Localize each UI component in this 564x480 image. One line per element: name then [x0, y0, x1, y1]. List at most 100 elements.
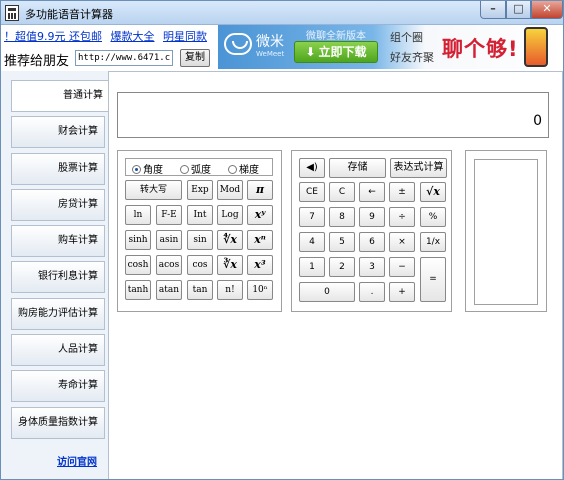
promo-link-deal[interactable]: ！超值9.9元 还包邮 [4, 30, 102, 43]
key-log[interactable]: Log [217, 205, 243, 225]
key-x-pow-n[interactable]: xⁿ [247, 230, 273, 250]
key-ten-pow-n[interactable]: 10ⁿ [247, 280, 273, 300]
key-cosh[interactable]: cosh [125, 255, 151, 275]
key-3[interactable]: 3 [359, 257, 385, 277]
nav-character[interactable]: 人品计算 [11, 334, 105, 366]
nav-normal[interactable]: 普通计算 [11, 80, 109, 112]
nav-lifespan[interactable]: 寿命计算 [11, 370, 105, 402]
maximize-button[interactable]: □ [506, 1, 531, 19]
key-multiply[interactable]: × [389, 232, 415, 252]
memory-panel [465, 150, 547, 312]
key-subtract[interactable]: − [389, 257, 415, 277]
key-reciprocal[interactable]: 1/x [420, 232, 446, 252]
key-sqrt[interactable]: √x [420, 182, 446, 202]
key-plus-minus[interactable]: ± [389, 182, 415, 202]
key-1[interactable]: 1 [299, 257, 325, 277]
key-6[interactable]: 6 [359, 232, 385, 252]
key-asin[interactable]: asin [156, 230, 182, 250]
key-exp[interactable]: Exp [187, 180, 213, 200]
key-percent[interactable]: % [420, 207, 446, 227]
key-2[interactable]: 2 [329, 257, 355, 277]
key-c[interactable]: C [329, 182, 355, 202]
ad-brand: 微米 [256, 34, 284, 50]
calculator-panel: 0 角度 弧度 梯度 转大写 Exp Mod π ln F-E Int Log … [108, 71, 563, 479]
key-cos[interactable]: cos [187, 255, 213, 275]
nav-bmi[interactable]: 身体质量指数计算 [11, 407, 105, 439]
share-url-field[interactable]: http://www.6471.c [75, 50, 173, 66]
top-strip: ！超值9.9元 还包邮 爆款大全 明星同款 推荐给朋友 http://www.6… [1, 25, 563, 71]
radio-degree-label: 角度 [143, 165, 163, 176]
download-icon: ⬇ [305, 45, 316, 59]
key-fe[interactable]: F-E [156, 205, 182, 225]
speaker-icon[interactable]: ◀) [299, 158, 325, 178]
key-sin[interactable]: sin [187, 230, 213, 250]
store-button[interactable]: 存储 [329, 158, 386, 178]
calculator-icon [5, 5, 19, 21]
key-tanh[interactable]: tanh [125, 280, 151, 300]
standard-panel: ◀) 存储 表达式计算 CE C ← ± √x 7 8 9 ÷ % 4 5 6 … [291, 150, 452, 312]
radio-dot-icon [180, 165, 189, 174]
ad-download-button[interactable]: ⬇ 立即下载 [294, 41, 378, 63]
key-5[interactable]: 5 [329, 232, 355, 252]
key-tan[interactable]: tan [187, 280, 213, 300]
expression-button[interactable]: 表达式计算 [390, 158, 447, 178]
key-decimal[interactable]: . [359, 282, 385, 302]
close-button[interactable]: ✕ [531, 1, 563, 19]
key-x-cubed[interactable]: x³ [247, 255, 273, 275]
key-4[interactable]: 4 [299, 232, 325, 252]
key-7[interactable]: 7 [299, 207, 325, 227]
ad-download-label: 立即下载 [318, 45, 367, 59]
wemeet-logo-icon [224, 33, 252, 55]
nav-accounting[interactable]: 财会计算 [11, 116, 105, 148]
key-9[interactable]: 9 [359, 207, 385, 227]
radio-dot-icon [228, 165, 237, 174]
key-uppercase[interactable]: 转大写 [125, 180, 182, 200]
key-sinh[interactable]: sinh [125, 230, 151, 250]
promo-links: ！超值9.9元 还包邮 爆款大全 明星同款 [4, 28, 212, 44]
nav-house-ability[interactable]: 购房能力评估计算 [11, 298, 105, 330]
key-add[interactable]: + [389, 282, 415, 302]
key-pi[interactable]: π [247, 180, 273, 200]
copy-button[interactable]: 复制 [180, 49, 210, 67]
key-0[interactable]: 0 [299, 282, 355, 302]
radio-gradian-label: 梯度 [239, 165, 259, 176]
nav-stock[interactable]: 股票计算 [11, 153, 105, 185]
display: 0 [117, 92, 549, 138]
key-cube-root[interactable]: ∛x [217, 255, 243, 275]
ad-slogan: 微聊全新版本 [306, 31, 366, 42]
angle-mode-group: 角度 弧度 梯度 [125, 158, 273, 176]
key-backspace[interactable]: ← [359, 182, 385, 202]
memory-list[interactable] [474, 159, 538, 305]
nav-mortgage[interactable]: 房贷计算 [11, 189, 105, 221]
key-divide[interactable]: ÷ [389, 207, 415, 227]
key-8[interactable]: 8 [329, 207, 355, 227]
key-atan[interactable]: atan [156, 280, 182, 300]
window-title: 多功能语音计算器 [25, 8, 113, 21]
key-mod[interactable]: Mod [217, 180, 243, 200]
promo-link-hot[interactable]: 爆款大全 [111, 30, 155, 43]
radio-dot-icon [132, 165, 141, 174]
key-acos[interactable]: acos [156, 255, 182, 275]
sidebar: 普通计算 财会计算 股票计算 房贷计算 购车计算 银行利息计算 购房能力评估计算… [1, 71, 109, 479]
ad-banner[interactable]: 微米 WeMeet 微聊全新版本 ⬇ 立即下载 组个圈 好友齐聚 聊个够! [218, 25, 563, 69]
ad-text-1: 组个圈 [390, 31, 423, 44]
share-label: 推荐给朋友 [4, 54, 70, 69]
key-ce[interactable]: CE [299, 182, 325, 202]
key-x-pow-y[interactable]: xʸ [247, 205, 273, 225]
key-fourth-root[interactable]: ∜x [217, 230, 243, 250]
nav-car[interactable]: 购车计算 [11, 225, 105, 257]
key-equals[interactable]: = [420, 257, 446, 302]
app-window: 多功能语音计算器 – □ ✕ ！超值9.9元 还包邮 爆款大全 明星同款 推荐给… [0, 0, 564, 480]
key-factorial[interactable]: n! [217, 280, 243, 300]
key-ln[interactable]: ln [125, 205, 151, 225]
radio-radian[interactable]: 弧度 [180, 161, 211, 176]
radio-degree[interactable]: 角度 [132, 161, 163, 176]
nav-bank-interest[interactable]: 银行利息计算 [11, 261, 105, 293]
key-int[interactable]: Int [187, 205, 213, 225]
promo-link-star[interactable]: 明星同款 [163, 30, 207, 43]
radio-gradian[interactable]: 梯度 [228, 161, 259, 176]
ad-brand-sub: WeMeet [256, 50, 285, 58]
phone-image-icon [524, 27, 548, 67]
visit-website-link[interactable]: 访问官网 [57, 453, 97, 468]
minimize-button[interactable]: – [480, 1, 506, 19]
